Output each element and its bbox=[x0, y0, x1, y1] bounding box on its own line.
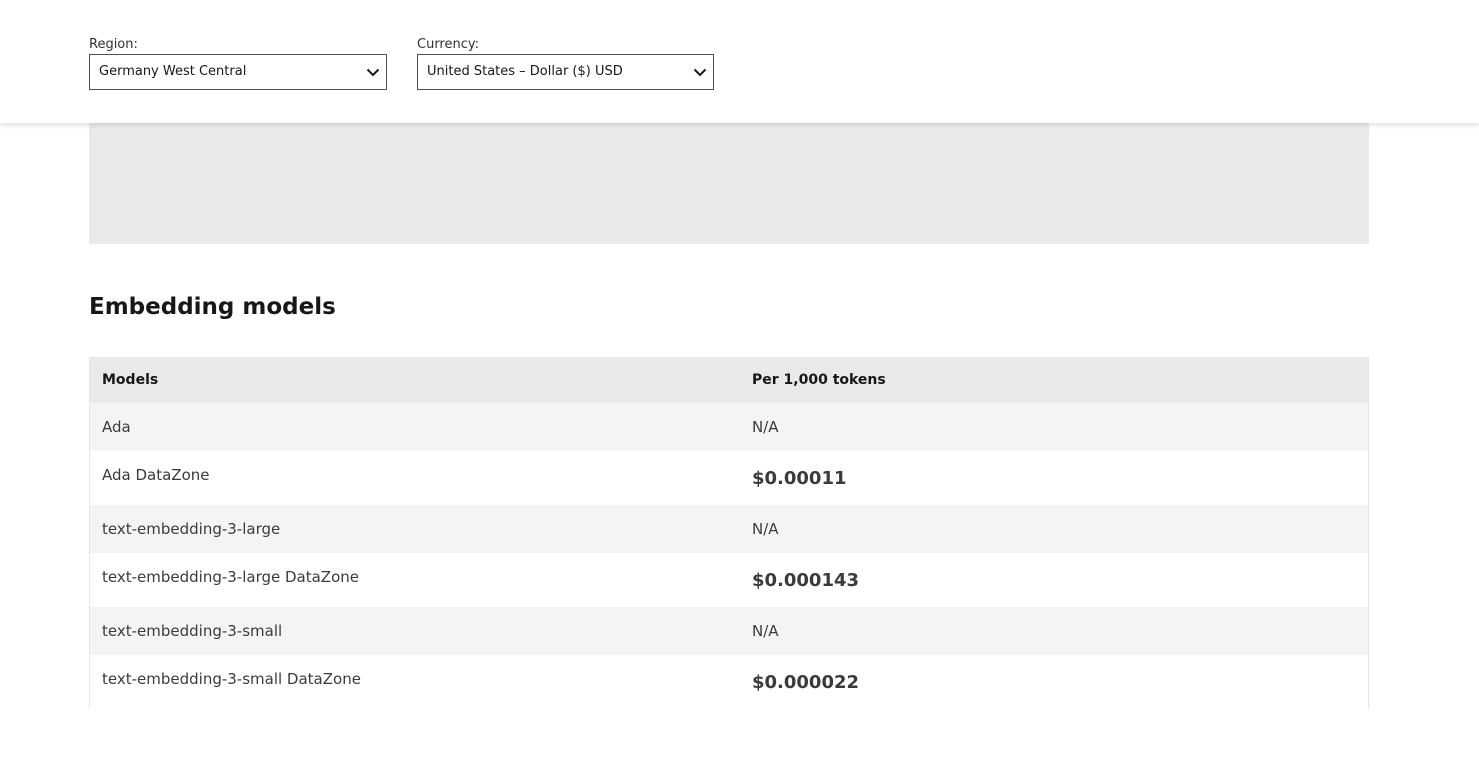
model-price: N/A bbox=[752, 622, 779, 640]
region-filter: Region: Germany West Central bbox=[89, 36, 387, 90]
pricing-table: Models Per 1,000 tokens Ada N/A Ada Data… bbox=[90, 357, 1368, 709]
column-header-price: Per 1,000 tokens bbox=[752, 372, 886, 388]
region-label: Region: bbox=[89, 37, 138, 52]
table-row: text-embedding-3-large DataZone $0.00014… bbox=[90, 553, 1368, 607]
currency-filter: Currency: United States – Dollar ($) USD bbox=[417, 36, 714, 90]
currency-select[interactable]: United States – Dollar ($) USD bbox=[417, 54, 714, 90]
filter-bar: Region: Germany West Central Currency: U… bbox=[0, 0, 1479, 123]
model-name: text-embedding-3-large DataZone bbox=[102, 568, 359, 586]
table-row: Ada DataZone $0.00011 bbox=[90, 451, 1368, 505]
currency-label: Currency: bbox=[417, 37, 480, 52]
column-header-models: Models bbox=[102, 372, 159, 388]
model-name: Ada DataZone bbox=[102, 466, 210, 484]
table-row: Ada N/A bbox=[90, 403, 1368, 451]
model-name: text-embedding-3-large bbox=[102, 520, 281, 538]
region-select[interactable]: Germany West Central bbox=[89, 54, 387, 90]
content-banner-placeholder bbox=[89, 123, 1369, 244]
model-price: $0.000022 bbox=[752, 672, 860, 693]
chevron-down-icon bbox=[693, 68, 707, 77]
model-price: N/A bbox=[752, 418, 779, 436]
model-price: $0.00011 bbox=[752, 468, 847, 489]
table-header-row: Models Per 1,000 tokens bbox=[90, 357, 1368, 403]
model-name: text-embedding-3-small bbox=[102, 622, 283, 640]
table-row: text-embedding-3-small N/A bbox=[90, 607, 1368, 655]
chevron-down-icon bbox=[366, 68, 380, 77]
region-select-value: Germany West Central bbox=[99, 64, 247, 79]
table-row: text-embedding-3-small DataZone $0.00002… bbox=[90, 655, 1368, 709]
pricing-table-container: Models Per 1,000 tokens Ada N/A Ada Data… bbox=[89, 357, 1369, 709]
table-row: text-embedding-3-large N/A bbox=[90, 505, 1368, 553]
model-name: Ada bbox=[102, 418, 131, 436]
model-price: $0.000143 bbox=[752, 570, 860, 591]
model-price: N/A bbox=[752, 520, 779, 538]
section-title: Embedding models bbox=[89, 294, 336, 320]
model-name: text-embedding-3-small DataZone bbox=[102, 670, 361, 688]
currency-select-value: United States – Dollar ($) USD bbox=[427, 64, 623, 79]
